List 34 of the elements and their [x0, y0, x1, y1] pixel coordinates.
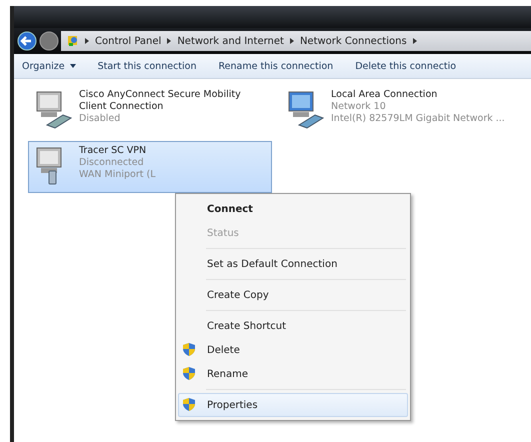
- chevron-icon: [167, 38, 172, 44]
- menu-item[interactable]: Connect: [178, 197, 408, 221]
- connection-item[interactable]: Local Area Connection Network 10 Intel(R) 82579LM Gigabit Network ...: [280, 85, 524, 137]
- connection-status: Disabled: [79, 113, 122, 125]
- connection-device: Intel(R) 82579LM Gigabit Network ...: [331, 113, 505, 125]
- breadcrumb-item[interactable]: Network and Internet: [177, 36, 284, 46]
- toolbar-button[interactable]: Rename this connection: [218, 60, 334, 72]
- menu-item[interactable]: Rename: [178, 362, 408, 386]
- chevron-icon: [412, 38, 417, 44]
- menu-item[interactable]: Properties: [178, 393, 408, 417]
- connection-item[interactable]: Cisco AnyConnect Secure Mobility Client Connection Disabled: [28, 85, 272, 137]
- back-button[interactable]: [17, 31, 37, 51]
- menu-item[interactable]: Create Copy: [178, 283, 408, 307]
- connection-device: WAN Miniport (L: [79, 169, 156, 181]
- control-panel-icon: [67, 35, 79, 47]
- menu-item[interactable]: Set as Default Connection: [178, 252, 408, 276]
- breadcrumb-item[interactable]: Network Connections: [300, 36, 407, 46]
- toolbar-button[interactable]: Delete this connectio: [355, 60, 456, 72]
- connection-name: Tracer SC VPN: [79, 145, 148, 157]
- connection-status: Disconnected: [79, 157, 145, 169]
- toolbar-button[interactable]: Organize: [22, 60, 76, 72]
- chevron-icon: [290, 38, 294, 44]
- menu-item[interactable]: Create Shortcut: [178, 314, 408, 338]
- connection-name: Local Area Connection: [331, 89, 438, 101]
- breadcrumb-item[interactable]: Control Panel: [95, 36, 162, 46]
- connection-name: Cisco AnyConnect Secure Mobility Client Connection: [79, 89, 242, 113]
- menu-item[interactable]: Delete: [178, 338, 408, 362]
- connection-item[interactable]: Tracer SC VPN Disconnected WAN Miniport (L: [28, 141, 272, 193]
- chevron-icon: [85, 38, 89, 44]
- dropdown-caret-icon: [70, 64, 76, 68]
- toolbar-button[interactable]: Start this connection: [98, 60, 196, 72]
- address-bar[interactable]: Control Panel Network and Internet Network Connections: [61, 31, 531, 51]
- forward-button[interactable]: [39, 31, 59, 51]
- connection-status: Network 10: [331, 101, 387, 113]
